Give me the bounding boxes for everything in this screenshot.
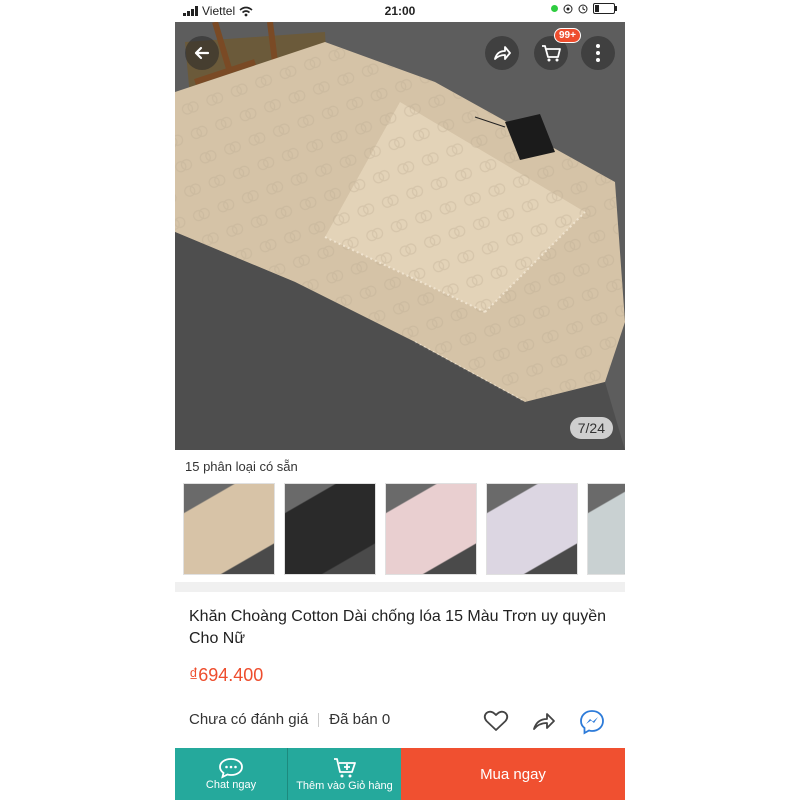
- scarf-photo: [175, 22, 625, 450]
- buy-now-button[interactable]: Mua ngay: [401, 748, 625, 800]
- variant-thumbnail[interactable]: [486, 483, 578, 575]
- back-button[interactable]: [185, 36, 219, 70]
- back-arrow-icon: [194, 46, 210, 60]
- cart-button[interactable]: 99+: [534, 28, 581, 70]
- variant-thumbnails: [183, 483, 625, 575]
- product-price: ₫694.400: [189, 665, 264, 685]
- rating-text: Chưa có đánh giá: [189, 711, 309, 728]
- variant-thumbnail[interactable]: [284, 483, 376, 575]
- chat-icon: [219, 758, 243, 779]
- heart-icon[interactable]: [483, 709, 509, 733]
- product-actions: [483, 709, 605, 735]
- battery-icon: [593, 3, 617, 14]
- share-icon[interactable]: [531, 709, 557, 733]
- buy-now-label: Mua ngay: [480, 765, 546, 783]
- cart-badge: 99+: [554, 28, 581, 43]
- cart-icon: [542, 45, 561, 62]
- share-icon: [494, 46, 511, 60]
- messenger-icon[interactable]: [579, 709, 605, 735]
- camera-indicator-icon: [551, 5, 558, 12]
- status-right: [551, 3, 617, 14]
- sold-count: Đã bán 0: [329, 711, 391, 728]
- more-vertical-icon: [596, 44, 600, 62]
- bottom-action-bar: Chat ngay Thêm vào Giỏ hàng Mua ngay: [175, 748, 625, 800]
- chat-label: Chat ngay: [205, 779, 257, 791]
- more-button[interactable]: [581, 36, 615, 70]
- variants-label: 15 phân loại có sẵn: [185, 459, 298, 474]
- variant-thumbnail[interactable]: [385, 483, 477, 575]
- chat-button[interactable]: Chat ngay: [175, 748, 287, 800]
- location-icon: [563, 4, 573, 13]
- image-counter: 7/24: [569, 417, 613, 439]
- section-divider: [175, 582, 625, 592]
- alarm-icon: [578, 4, 588, 13]
- variant-thumbnail[interactable]: [183, 483, 275, 575]
- product-meta: Chưa có đánh giá Đã bán 0: [189, 711, 390, 728]
- add-to-cart-button[interactable]: Thêm vào Giỏ hàng: [287, 748, 401, 800]
- add-cart-icon: [333, 758, 356, 778]
- share-button[interactable]: [485, 36, 519, 70]
- variant-thumbnail[interactable]: [587, 483, 625, 575]
- phone-screen: Viettel 21:00 99+ 7/24 15 phân loại có s…: [175, 0, 625, 800]
- add-to-cart-label: Thêm vào Giỏ hàng: [296, 780, 393, 792]
- product-title: Khăn Choàng Cotton Dài chống lóa 15 Màu …: [189, 608, 606, 647]
- status-bar: Viettel 21:00: [175, 0, 625, 22]
- product-image[interactable]: 99+ 7/24: [175, 22, 625, 450]
- meta-separator: [318, 712, 320, 727]
